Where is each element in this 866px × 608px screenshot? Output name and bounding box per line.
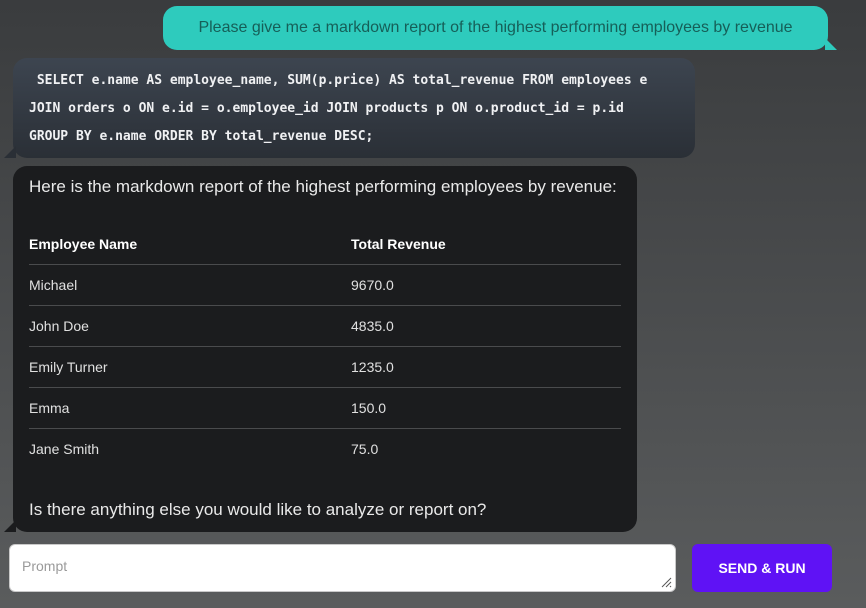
table-row: Emma 150.0 [29, 387, 621, 429]
sql-line: SELECT e.name AS employee_name, SUM(p.pr… [29, 73, 648, 88]
sql-query-bubble: SELECT e.name AS employee_name, SUM(p.pr… [4, 58, 695, 158]
report-intro-text: Here is the markdown report of the highe… [29, 177, 617, 196]
table-row: Michael 9670.0 [29, 264, 621, 306]
sql-line: JOIN orders o ON e.id = o.employee_id JO… [29, 101, 624, 116]
column-header-employee-name: Employee Name [29, 224, 351, 265]
sql-line: GROUP BY e.name ORDER BY total_revenue D… [29, 129, 374, 144]
bubble-tail [825, 38, 837, 50]
bubble-tail [4, 146, 16, 158]
employee-name-cell: Emma [29, 387, 351, 429]
employee-name-cell: Jane Smith [29, 440, 100, 457]
user-message-text: Please give me a markdown report of the … [198, 19, 793, 36]
user-message-bubble: Please give me a markdown report of the … [163, 6, 837, 50]
report-message-bubble: Here is the markdown report of the highe… [4, 166, 637, 532]
table-row: John Doe 4835.0 [29, 305, 621, 347]
table-row: Emily Turner 1235.0 [29, 346, 621, 388]
report-table: Employee Name Total Revenue Michael 9670… [29, 224, 621, 469]
employee-name-cell: Michael [29, 264, 351, 306]
resize-handle-icon[interactable] [660, 576, 672, 588]
prompt-input[interactable] [10, 545, 675, 591]
total-revenue-cell: 9670.0 [351, 264, 621, 306]
total-revenue-cell: 4835.0 [351, 305, 621, 347]
prompt-input-container [9, 544, 676, 592]
total-revenue-cell: 1235.0 [351, 346, 621, 388]
total-revenue-cell: 150.0 [351, 387, 621, 429]
employee-name-cell: John Doe [29, 305, 351, 347]
total-revenue-cell: 75.0 [351, 440, 379, 457]
table-row: Jane Smith 75.0 [29, 428, 621, 469]
column-header-total-revenue: Total Revenue [351, 224, 621, 265]
send-and-run-button[interactable]: SEND & RUN [692, 544, 832, 592]
bubble-tail [4, 520, 16, 532]
table-header-row: Employee Name Total Revenue [29, 224, 621, 265]
employee-name-cell: Emily Turner [29, 346, 351, 388]
report-outro-text: Is there anything else you would like to… [29, 500, 487, 519]
